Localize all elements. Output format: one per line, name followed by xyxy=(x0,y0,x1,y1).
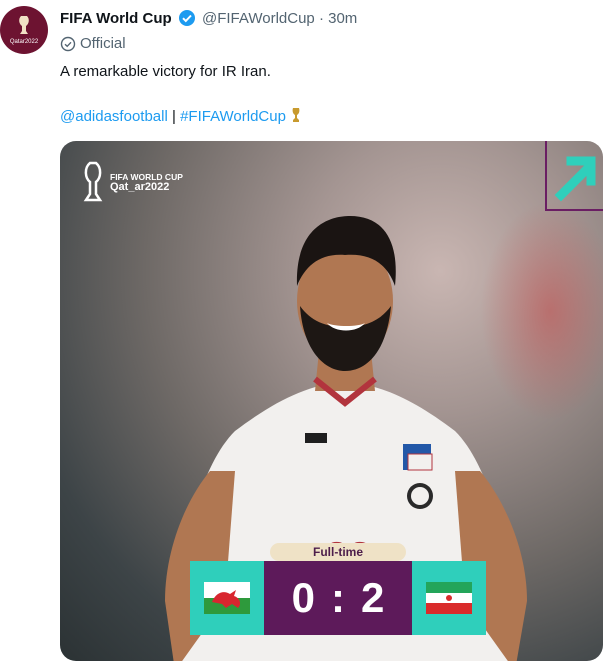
timestamp[interactable]: 30m xyxy=(328,10,357,27)
scoreboard: 0 : 2 xyxy=(190,561,486,635)
iran-flag-icon xyxy=(426,582,472,614)
official-badge-icon xyxy=(60,36,76,51)
home-flag-box xyxy=(190,561,264,635)
arrow-up-right-icon xyxy=(554,156,596,202)
separator-dot: · xyxy=(318,10,324,27)
world-cup-trophy-icon xyxy=(83,161,103,202)
arrow-graphic xyxy=(545,141,603,211)
avatar[interactable]: Qatar2022 xyxy=(0,6,48,54)
away-flag-box xyxy=(412,561,486,635)
trophy-icon xyxy=(19,16,29,34)
verified-badge-icon xyxy=(178,10,195,26)
hashtag-link[interactable]: #FIFAWorldCup xyxy=(180,108,286,125)
tweet-text: A remarkable victory for IR Iran. xyxy=(60,63,271,80)
divider: | xyxy=(171,108,176,125)
handle[interactable]: @FIFAWorldCup xyxy=(202,10,315,27)
mention-link[interactable]: @adidasfootball xyxy=(60,108,168,125)
official-text: Official xyxy=(80,35,126,52)
trophy-emoji-icon xyxy=(292,108,300,122)
score-separator: : xyxy=(331,574,345,621)
home-score: 0 xyxy=(291,574,315,621)
avatar-text: Qatar2022 xyxy=(9,39,39,45)
wales-flag-icon xyxy=(204,582,250,614)
official-label: Official xyxy=(60,35,126,52)
tweet-image[interactable]: FIFA WORLD CUP Qat_ar2022 Full-time 0: … xyxy=(60,141,603,661)
display-name[interactable]: FIFA World Cup xyxy=(60,10,172,27)
full-time-label: Full-time xyxy=(270,543,406,561)
score-display: 0 : 2 xyxy=(264,561,412,635)
tweet-header: FIFA World Cup @FIFAWorldCup · 30m xyxy=(60,9,357,27)
tweet[interactable]: Qatar2022 FIFA World Cup @FIFAWorldCup ·… xyxy=(0,0,603,661)
tweet-links: @adidasfootball | #FIFAWorldCup xyxy=(60,107,302,125)
away-score: 2 xyxy=(361,574,385,621)
